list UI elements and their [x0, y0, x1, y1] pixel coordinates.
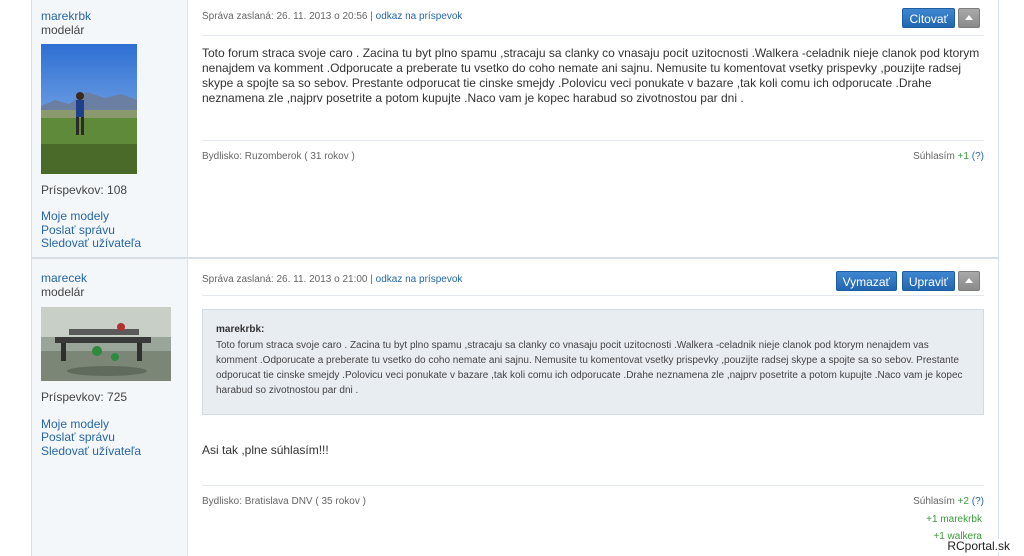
post-body: Toto forum straca svoje caro . Zacina tu…: [202, 46, 980, 105]
scroll-up-icon[interactable]: [958, 271, 980, 291]
send-message-link[interactable]: Poslať správu: [41, 431, 115, 444]
quote-author: marekrbk:: [216, 324, 265, 335]
permalink[interactable]: odkaz na príspevok: [376, 274, 463, 285]
user-title: modelár: [41, 23, 85, 37]
post-meta: Správa zaslaná: 26. 11. 2013 o 21:00 | o…: [202, 274, 462, 285]
agree-count: +2: [957, 496, 969, 507]
post-count: Príspevkov: 108: [41, 183, 128, 197]
agree-label[interactable]: Súhlasím: [913, 151, 955, 162]
follow-user-link[interactable]: Sledovať užívateľa: [41, 237, 141, 250]
post-date: Správa zaslaná: 26. 11. 2013 o 21:00 |: [202, 274, 373, 285]
user-title: modelár: [41, 285, 85, 299]
delete-button[interactable]: Vymazať: [835, 271, 897, 291]
post-header: Správa zaslaná: 26. 11. 2013 o 20:56 | o…: [202, 0, 984, 36]
post-count: Príspevkov: 725: [41, 390, 128, 404]
quote-text: Toto forum straca svoje caro . Zacina tu…: [216, 340, 963, 396]
forum-post: marecek modelár Príspevkov: 725 Moje mod…: [31, 258, 999, 556]
agree-help-link[interactable]: (?): [972, 496, 984, 507]
forum-post: marekrbk modelár Príspevkov: 108 Moje mo…: [31, 0, 999, 258]
edit-button[interactable]: Upraviť: [901, 271, 955, 291]
post-meta: Správa zaslaná: 26. 11. 2013 o 20:56 | o…: [202, 11, 462, 22]
my-models-link[interactable]: Moje modely: [41, 210, 109, 223]
quote-block: marekrbk: Toto forum straca svoje caro .…: [202, 309, 984, 415]
scroll-up-icon[interactable]: [958, 8, 980, 28]
user-info-panel: marekrbk modelár Príspevkov: 108 Moje mo…: [32, 0, 188, 257]
avatar[interactable]: [41, 307, 171, 381]
agree-label[interactable]: Súhlasím: [913, 496, 955, 507]
follow-user-link[interactable]: Sledovať užívateľa: [41, 445, 141, 458]
post-content: Správa zaslaná: 26. 11. 2013 o 21:00 | o…: [188, 259, 998, 556]
post-footer: Bydlisko: Bratislava DNV ( 35 rokov ) Sú…: [202, 485, 984, 556]
post-footer: Bydlisko: Ruzomberok ( 31 rokov ) Súhlas…: [202, 140, 984, 180]
agree-user-link[interactable]: +1 marekrbk: [926, 514, 982, 525]
post-date: Správa zaslaná: 26. 11. 2013 o 20:56 |: [202, 11, 373, 22]
residence: Bydlisko: Ruzomberok ( 31 rokov ): [202, 151, 355, 162]
username-link[interactable]: marekrbk: [41, 9, 91, 23]
agree-count: +1: [957, 151, 969, 162]
post-content: Správa zaslaná: 26. 11. 2013 o 20:56 | o…: [188, 0, 998, 257]
quote-button[interactable]: Citovať: [902, 8, 955, 28]
residence: Bydlisko: Bratislava DNV ( 35 rokov ): [202, 496, 366, 507]
avatar[interactable]: [41, 44, 137, 174]
username-link[interactable]: marecek: [41, 271, 87, 285]
post-body: Asi tak ,plne súhlasím!!!: [202, 443, 329, 457]
site-watermark: RCportal.sk: [945, 539, 1012, 553]
post-header: Správa zaslaná: 26. 11. 2013 o 21:00 | o…: [202, 259, 984, 296]
user-info-panel: marecek modelár Príspevkov: 725 Moje mod…: [32, 259, 188, 556]
permalink[interactable]: odkaz na príspevok: [376, 11, 463, 22]
agree-help-link[interactable]: (?): [972, 151, 984, 162]
agree-counter: Súhlasím +1 (?): [913, 151, 984, 162]
agree-counter: Súhlasím +2 (?): [913, 496, 984, 507]
